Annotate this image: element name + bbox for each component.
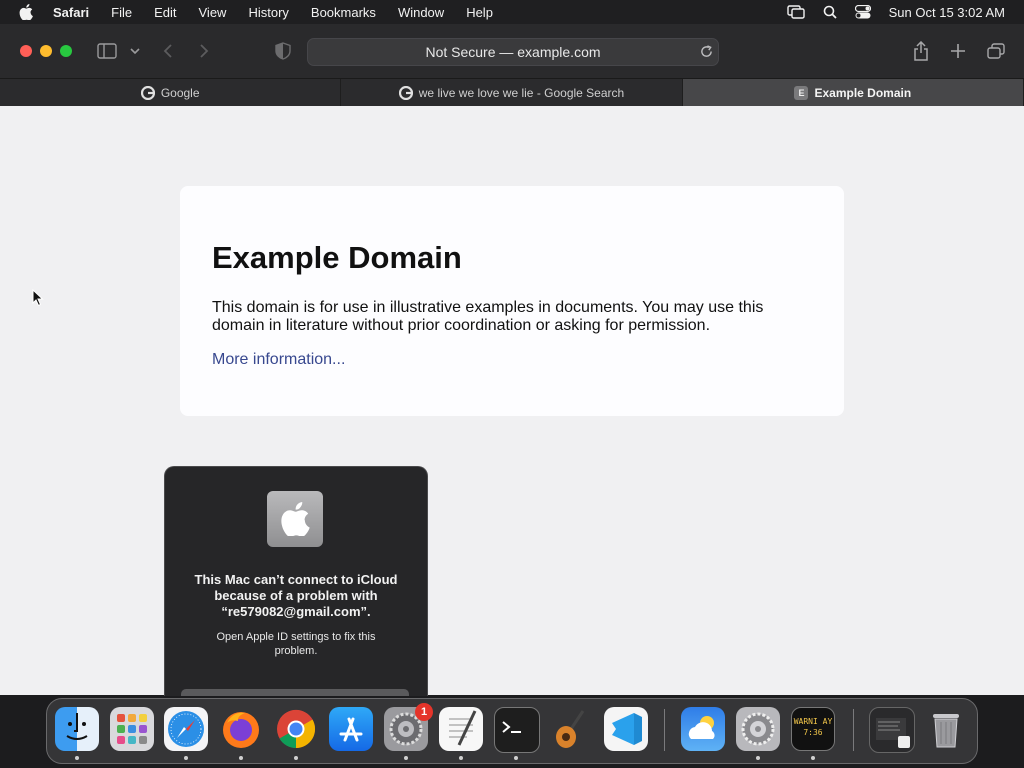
- page-body-text: This domain is for use in illustrative e…: [212, 299, 764, 334]
- tab-example-domain[interactable]: E Example Domain: [682, 79, 1024, 106]
- garageband-icon[interactable]: [549, 707, 593, 751]
- minimize-window-button[interactable]: [40, 45, 52, 57]
- weather-icon[interactable]: [681, 707, 725, 751]
- running-indicator: [75, 756, 79, 760]
- system-preferences-icon[interactable]: [736, 707, 780, 751]
- terminal-icon[interactable]: [494, 707, 540, 753]
- menu-app-name[interactable]: Safari: [53, 5, 89, 20]
- tab-google[interactable]: Google: [0, 79, 342, 106]
- menu-bar: Safari File Edit View History Bookmarks …: [0, 0, 1024, 24]
- running-indicator: [184, 756, 188, 760]
- google-icon: [398, 85, 413, 100]
- alert-button[interactable]: [181, 689, 409, 696]
- sidebar-toggle-icon[interactable]: [96, 42, 118, 60]
- forward-arrow-icon[interactable]: [197, 42, 211, 60]
- menu-view[interactable]: View: [199, 5, 227, 20]
- privacy-shield-icon[interactable]: [274, 41, 292, 61]
- console-icon[interactable]: WARNI AY 7:36: [791, 707, 835, 751]
- running-indicator: [514, 756, 518, 760]
- firefox-icon[interactable]: [219, 707, 263, 751]
- finder-icon[interactable]: [55, 707, 99, 751]
- running-indicator: [294, 756, 298, 760]
- menu-bookmarks[interactable]: Bookmarks: [311, 5, 376, 20]
- tab-label: Google: [160, 85, 200, 100]
- tab-overview-icon[interactable]: [986, 42, 1006, 60]
- downloads-stack-icon[interactable]: [869, 707, 915, 753]
- alert-title: This Mac can’t connect to iCloud because…: [194, 572, 398, 619]
- menu-edit[interactable]: Edit: [154, 5, 176, 20]
- launchpad-icon[interactable]: [110, 707, 154, 751]
- notification-badge: 1: [415, 703, 433, 721]
- control-center-icon[interactable]: [854, 5, 871, 19]
- dock-separator: [664, 709, 665, 751]
- system-preferences-apple-icon: [267, 491, 323, 547]
- visual-studio-code-icon[interactable]: [604, 707, 648, 751]
- web-content: Example Domain This domain is for use in…: [0, 106, 1024, 695]
- running-indicator: [811, 756, 815, 760]
- back-arrow-icon[interactable]: [161, 42, 175, 60]
- google-chrome-icon[interactable]: [274, 707, 318, 751]
- running-indicator: [756, 756, 760, 760]
- running-indicator: [239, 756, 243, 760]
- chevron-down-icon[interactable]: [129, 45, 141, 57]
- mouse-cursor-icon: [32, 288, 44, 312]
- zoom-window-button[interactable]: [60, 45, 72, 57]
- running-indicator: [404, 756, 408, 760]
- close-window-button[interactable]: [20, 45, 32, 57]
- tab-google-search[interactable]: we live we love we lie - Google Search: [341, 79, 683, 106]
- tab-bar: Google we live we love we lie - Google S…: [0, 78, 1024, 107]
- tab-label: Example Domain: [814, 85, 912, 100]
- console-icon-text: WARNI AY 7:36: [793, 717, 833, 737]
- menu-window[interactable]: Window: [398, 5, 444, 20]
- trash-icon[interactable]: [924, 707, 968, 751]
- more-information-link[interactable]: More information...: [212, 351, 345, 369]
- icloud-alert-dialog: This Mac can’t connect to iCloud because…: [164, 466, 428, 696]
- page-heading: Example Domain: [212, 240, 462, 275]
- screen-mirroring-icon[interactable]: [786, 5, 805, 19]
- address-bar-text: Not Secure — example.com: [425, 44, 601, 60]
- address-bar[interactable]: Not Secure — example.com: [307, 38, 719, 66]
- alert-message: Open Apple ID settings to fix this probl…: [216, 631, 376, 657]
- share-icon[interactable]: [912, 40, 930, 62]
- spotlight-search-icon[interactable]: [823, 5, 837, 19]
- reload-icon[interactable]: [698, 43, 714, 59]
- dock: 1 WARNI AY 7:36: [46, 698, 978, 764]
- tab-label: we live we love we lie - Google Search: [418, 85, 625, 100]
- running-indicator: [459, 756, 463, 760]
- google-icon: [140, 85, 155, 100]
- favicon-letter: E: [794, 85, 809, 100]
- menu-file[interactable]: File: [111, 5, 132, 20]
- apple-menu-icon[interactable]: [19, 4, 35, 20]
- menu-help[interactable]: Help: [466, 5, 493, 20]
- textedit-icon[interactable]: [439, 707, 483, 751]
- menu-history[interactable]: History: [248, 5, 288, 20]
- content-card: Example Domain This domain is for use in…: [180, 186, 844, 416]
- menu-bar-clock[interactable]: Sun Oct 15 3:02 AM: [889, 5, 1005, 20]
- dock-separator: [853, 709, 854, 751]
- app-store-icon[interactable]: [329, 707, 373, 751]
- safari-icon[interactable]: [164, 707, 208, 751]
- new-tab-plus-icon[interactable]: [949, 42, 967, 60]
